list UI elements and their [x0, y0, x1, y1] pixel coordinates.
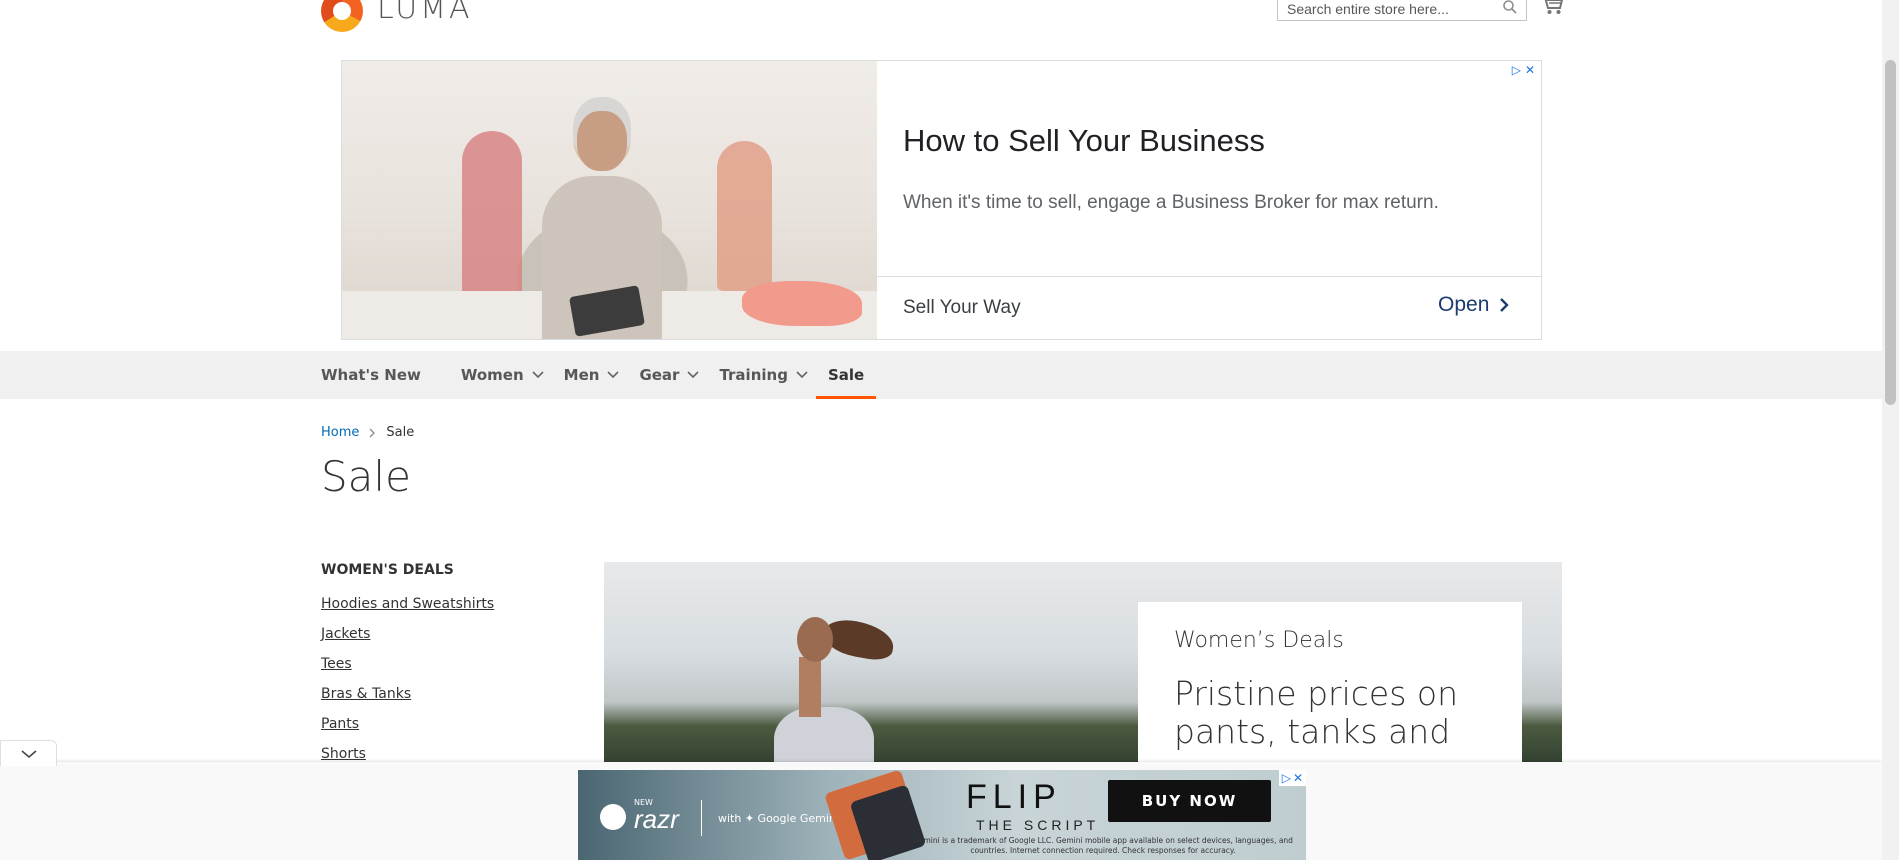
search-box — [1277, 0, 1527, 21]
chevron-right-icon — [1500, 298, 1510, 312]
logo-mark-icon — [321, 0, 363, 32]
ad-image — [342, 61, 877, 339]
sidebar-item-bras-tanks[interactable]: Bras & Tanks — [321, 679, 494, 709]
sidebar: WOMEN'S DEALS Hoodies and Sweatshirts Ja… — [321, 562, 494, 769]
breadcrumb-current: Sale — [386, 425, 415, 440]
cart-icon[interactable] — [1540, 0, 1564, 16]
sidebar-heading: WOMEN'S DEALS — [321, 562, 454, 578]
ad-open-label: Open — [1438, 293, 1490, 316]
ad-subtitle: Sell Your Way — [903, 297, 1021, 318]
breadcrumb-home-link[interactable]: Home — [321, 425, 359, 440]
banner-card: Women’s Deals Pristine prices on pants, … — [1138, 602, 1522, 762]
page-title: Sale — [321, 452, 411, 501]
ad-brand: razr — [634, 804, 679, 834]
page-scrollbar[interactable] — [1882, 0, 1899, 860]
ad-description: When it's time to sell, engage a Busines… — [903, 192, 1439, 213]
nav-label: Men — [563, 366, 600, 384]
chevron-down-icon — [20, 749, 37, 758]
nav-item-sale[interactable]: Sale — [815, 351, 877, 399]
ad-open-button[interactable]: Open — [1438, 293, 1510, 317]
chevron-down-icon — [607, 371, 620, 379]
sidebar-item-hoodies[interactable]: Hoodies and Sweatshirts — [321, 589, 494, 619]
runner-image — [774, 707, 874, 762]
ad-info-icon[interactable]: ▷ — [1512, 63, 1521, 77]
ad-close-icon[interactable]: ✕ — [1525, 63, 1535, 77]
ad-choices[interactable]: ▷ ✕ — [1278, 770, 1306, 786]
sidebar-item-pants[interactable]: Pants — [321, 709, 494, 739]
ad-divider — [877, 276, 1541, 277]
chevron-down-icon — [796, 371, 808, 379]
banner-title: Pristine prices on pants, tanks and — [1174, 674, 1458, 751]
sidebar-item-tees[interactable]: Tees — [321, 649, 494, 679]
nav-label: Gear — [639, 366, 680, 384]
bottom-advertisement[interactable]: NEW razr with ✦ Google Gemini FLIP THE S… — [578, 770, 1306, 860]
ad-subline: THE SCRIPT — [976, 817, 1100, 833]
motorola-logo-icon — [600, 804, 626, 830]
luma-logo[interactable]: LUMA — [321, 0, 473, 32]
ad-close-icon[interactable]: ✕ — [1293, 771, 1303, 785]
anchor-collapse-button[interactable] — [0, 740, 57, 766]
ad-partner: with ✦ Google Gemini — [718, 812, 839, 825]
nav-item-whats-new[interactable]: What's New — [321, 351, 421, 399]
nav-item-women[interactable]: Women — [461, 351, 544, 399]
ad-choices[interactable]: ▷ ✕ — [1512, 63, 1535, 77]
sidebar-item-jackets[interactable]: Jackets — [321, 619, 494, 649]
main-navigation: What's New Women Men Gear Training Sale — [0, 351, 1882, 399]
nav-item-gear[interactable]: Gear — [639, 351, 700, 399]
search-icon[interactable] — [1502, 0, 1518, 15]
ad-headline[interactable]: How to Sell Your Business — [903, 123, 1265, 159]
chevron-down-icon — [532, 371, 544, 379]
buy-now-button[interactable]: BUY NOW — [1108, 780, 1271, 822]
logo-text: LUMA — [377, 0, 473, 26]
breadcrumb: Home Sale — [321, 425, 414, 440]
search-input[interactable] — [1287, 0, 1487, 17]
ad-headline-flip: FLIP — [966, 778, 1062, 816]
chevron-right-icon — [369, 428, 376, 437]
nav-label: Training — [719, 366, 788, 384]
womens-deals-banner[interactable]: Women’s Deals Pristine prices on pants, … — [604, 562, 1562, 762]
ad-info-icon[interactable]: ▷ — [1282, 771, 1291, 785]
nav-item-men[interactable]: Men — [564, 351, 620, 399]
ad-fine-print: Gemini is a trademark of Google LLC. Gem… — [913, 836, 1293, 855]
nav-label: What's New — [321, 366, 421, 384]
nav-label: Sale — [827, 366, 865, 384]
nav-label: Women — [460, 366, 524, 384]
chevron-down-icon — [687, 371, 700, 379]
scrollbar-thumb[interactable] — [1885, 60, 1896, 405]
top-advertisement[interactable]: ▷ ✕ How to Sell Your Business When it's … — [341, 60, 1542, 340]
site-header: LUMA — [0, 0, 1882, 52]
banner-kicker: Women’s Deals — [1174, 628, 1344, 653]
nav-item-training[interactable]: Training — [719, 351, 808, 399]
